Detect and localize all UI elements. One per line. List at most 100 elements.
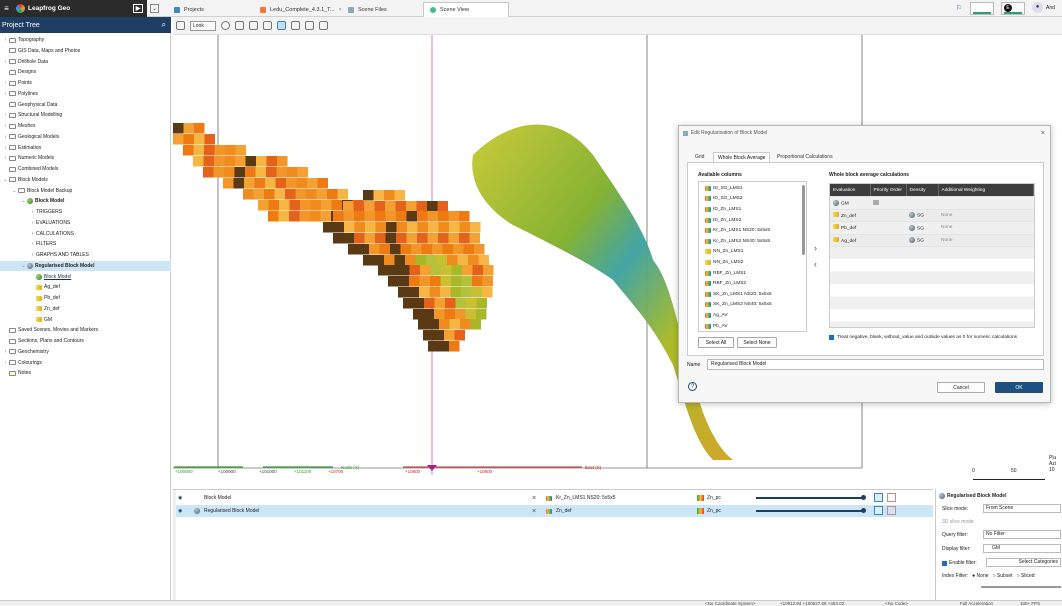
table-row[interactable]: Zn_def SG None — [830, 209, 1034, 222]
tab-whole-block-average[interactable]: Whole Block Average — [713, 152, 771, 162]
tree-expander-icon[interactable]: › — [29, 220, 36, 226]
density-cell[interactable] — [906, 196, 938, 210]
colour-dropdown[interactable] — [970, 2, 994, 15]
close-icon[interactable]: × — [532, 495, 536, 502]
hamburger-icon[interactable]: ≡ — [0, 4, 13, 13]
density-cell[interactable]: SG — [906, 209, 938, 222]
tree-item[interactable]: › Numeric Models — [0, 153, 171, 163]
radio-sliced[interactable]: ○ Sliced — [1017, 573, 1035, 579]
table-row[interactable]: Ag_def SG None — [830, 234, 1034, 247]
tab-scene-view[interactable]: Scene View — [423, 2, 509, 17]
reset-view-icon[interactable] — [249, 21, 258, 30]
tree-item[interactable]: Saved Scenes, Movies and Markers — [0, 325, 171, 335]
tree-expander-icon[interactable]: ⌄ — [11, 188, 18, 194]
close-icon[interactable]: × — [1041, 130, 1045, 137]
tree-item[interactable]: ⌄ Block Model — [0, 196, 171, 206]
remove-arrow-icon[interactable]: ‹ — [814, 259, 817, 269]
list-item[interactable]: Kr_Zn_LMS2 NS40: 5x5x5 — [699, 236, 806, 247]
density-cell[interactable]: SG — [906, 221, 938, 235]
user-avatar-icon[interactable]: ● — [1032, 2, 1043, 13]
column-select[interactable]: Kr_Zn_LMS1 NS20: 5x5x5 — [556, 495, 615, 501]
tree-item[interactable]: GIS Data, Maps and Photos — [0, 46, 171, 56]
list-item[interactable]: Ag_AV — [699, 310, 806, 321]
scene-list-row[interactable]: ◉ Block Model × Kr_Zn_LMS1 NS20: 5x5x5 Zn_pc — [173, 492, 933, 504]
tree-item[interactable]: Zn_def — [0, 304, 171, 314]
app-menu[interactable]: ≡ Leapfrog Geo ▶ — [0, 0, 147, 17]
list-item[interactable]: Pb_AV — [699, 321, 806, 331]
tree-expander-icon[interactable]: ⌄ — [20, 198, 27, 204]
grid-icon[interactable] — [887, 506, 896, 515]
transparency-slider[interactable] — [756, 510, 864, 512]
list-item[interactable]: RBF_Zn_LMS2 — [699, 278, 806, 289]
play-icon[interactable] — [874, 506, 883, 515]
treat-option[interactable]: Treat negative, blank, without_value and… — [829, 335, 1017, 340]
list-scrollbar[interactable] — [802, 185, 805, 255]
tab-grid[interactable]: Grid — [691, 152, 708, 162]
draw-icon[interactable] — [235, 21, 244, 30]
list-item[interactable]: RBF_Zn_LMS1 — [699, 268, 806, 279]
select-pointer-icon[interactable] — [277, 21, 286, 30]
tree-expander-icon[interactable]: › — [2, 80, 9, 86]
tree-item[interactable]: › EVALUATIONS — [0, 218, 171, 228]
select-none-button[interactable]: Select None — [737, 337, 777, 348]
ok-button[interactable]: OK — [995, 382, 1043, 393]
column-select[interactable]: Zn_def — [556, 508, 572, 514]
tree-item[interactable]: Notes — [0, 368, 171, 378]
list-item[interactable]: ID_SG_LMS1 — [699, 183, 806, 194]
colouring-select[interactable]: Zn_pc — [707, 495, 721, 501]
measure-icon[interactable] — [305, 21, 314, 30]
display-filter-select[interactable]: GM — [983, 544, 1061, 553]
scene-icon[interactable] — [176, 21, 185, 30]
select-all-button[interactable]: Select All — [698, 337, 734, 348]
colouring-select[interactable]: Zn_pc — [707, 508, 721, 514]
weighting-cell[interactable]: None — [938, 234, 1034, 247]
camera-icon[interactable]: ▶ — [133, 4, 143, 13]
search-icon[interactable]: ⌕ — [162, 20, 166, 30]
tree-item[interactable]: › Topography — [0, 35, 171, 45]
tree-item[interactable]: ⌄ Regularised Block Model — [0, 260, 171, 271]
density-cell[interactable]: SG — [906, 234, 938, 247]
play-icon[interactable] — [874, 493, 883, 502]
ruler-icon[interactable] — [319, 21, 328, 30]
priority-icon[interactable] — [873, 199, 879, 205]
tree-expander-icon[interactable]: › — [2, 360, 9, 366]
list-item[interactable]: ID_Zn_LMS2 — [699, 215, 806, 226]
tree-expander-icon[interactable]: › — [2, 123, 9, 129]
pencil-icon[interactable] — [291, 21, 300, 30]
enable-filter[interactable]: Enable filter: — [942, 560, 977, 566]
slice-icon[interactable] — [263, 21, 272, 30]
visibility-eye-icon[interactable]: ◉ — [178, 508, 182, 514]
tree-item[interactable]: Sections, Plans and Contours — [0, 336, 171, 346]
visibility-eye-icon[interactable]: ◉ — [178, 495, 182, 501]
grid-icon[interactable] — [887, 493, 896, 502]
tree-item[interactable]: › Meshes — [0, 121, 171, 131]
tree-item[interactable]: Ag_def — [0, 282, 171, 292]
tree-expander-icon[interactable]: › — [2, 155, 9, 161]
tree-item[interactable]: › Estimation — [0, 143, 171, 153]
list-item[interactable]: ID_SG_LMS2 — [699, 194, 806, 205]
slice-mode-select[interactable]: From Scene — [983, 504, 1061, 513]
tree-expander-icon[interactable]: › — [2, 112, 9, 118]
tree-item[interactable]: › GRAPHS AND TABLES — [0, 250, 171, 260]
list-item[interactable]: ID_Zn_LMS1 — [699, 204, 806, 215]
tree-item[interactable]: › CALCULATIONS — [0, 229, 171, 239]
radio-none[interactable]: ● None — [972, 573, 988, 579]
flag-icon[interactable]: ⚐ — [956, 4, 962, 12]
tab-scene-files[interactable]: Scene Files — [342, 2, 393, 17]
weighting-cell[interactable] — [938, 196, 1034, 210]
slider-handle[interactable] — [861, 508, 866, 513]
cancel-button[interactable]: Cancel — [937, 382, 985, 393]
slider-handle[interactable] — [861, 495, 866, 500]
tree-item[interactable]: Block Model — [0, 272, 171, 282]
list-item[interactable]: Kr_Zn_LMS1 NS20: 5x5x5 — [699, 225, 806, 236]
close-icon[interactable]: × — [532, 508, 536, 515]
tree-item[interactable]: › Geological Models — [0, 132, 171, 142]
user-dropdown[interactable]: E — [1001, 2, 1025, 15]
tab-project-file[interactable]: Ledu_Complete_4.3.1_T... × — [254, 2, 348, 17]
table-row[interactable]: Pb_def SG None — [830, 221, 1034, 235]
tree-item[interactable]: Geophysical Data — [0, 100, 171, 110]
look-dropdown[interactable]: Look — [190, 20, 216, 31]
query-filter-select[interactable]: No Filter — [983, 530, 1061, 539]
table-row[interactable]: GM — [830, 196, 1034, 210]
tree-expander-icon[interactable]: › — [2, 145, 9, 151]
